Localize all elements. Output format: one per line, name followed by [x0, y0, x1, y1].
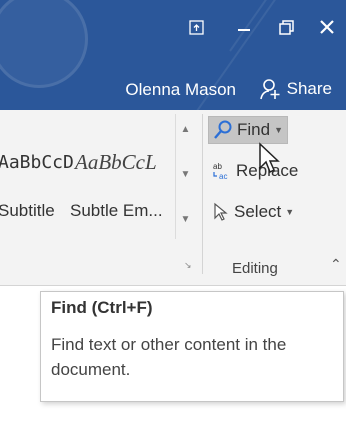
style-subtitle[interactable]: Subtitle [0, 201, 55, 221]
ribbon-display-options-button[interactable] [177, 12, 215, 42]
editing-group-label: Editing [232, 260, 278, 277]
minimize-icon [238, 29, 250, 31]
collapse-ribbon-icon[interactable]: ⌃ [330, 256, 342, 273]
share-button[interactable]: Share [259, 78, 332, 100]
tooltip-title: Find (Ctrl+F) [51, 298, 153, 317]
share-label: Share [286, 79, 332, 98]
group-divider [202, 114, 203, 274]
tooltip-description: Find text or other content in the docume… [51, 335, 287, 379]
gallery-scroll-down-icon[interactable]: ▼ [180, 169, 191, 180]
restore-icon [278, 19, 294, 35]
style-subtle-emphasis[interactable]: Subtle Em... [70, 201, 163, 221]
ribbon: AaBbCcD AaBbCcL Subtitle Subtle Em... ▲ … [0, 110, 346, 286]
ribbon-display-options-icon [188, 19, 204, 35]
styles-dialog-launcher-icon[interactable]: ↘ [184, 260, 194, 270]
select-pointer-icon [214, 202, 228, 221]
chevron-down-icon: ▼ [274, 125, 283, 135]
style-no-spacing[interactable]: AaBbCcD [0, 152, 74, 173]
select-label: Select [234, 202, 282, 221]
magnifier-icon [214, 120, 232, 139]
gallery-scroll-up-icon[interactable]: ▲ [180, 124, 191, 135]
style-heading[interactable]: AaBbCcL [75, 150, 157, 175]
gallery-more-icon[interactable]: ▼ [180, 214, 191, 225]
find-tooltip: Find (Ctrl+F) Find text or other content… [40, 291, 344, 402]
editing-group: Find ▼ ab ac Replace Select ▼ Editing [205, 110, 301, 285]
title-bar: Olenna Mason Share [0, 0, 346, 110]
find-label: Find [237, 120, 271, 139]
styles-gallery-scroller: ▲ ▼ ▼ [175, 114, 195, 239]
select-button[interactable]: Select ▼ [208, 199, 298, 225]
replace-button[interactable]: ab ac Replace [208, 158, 302, 184]
close-icon [320, 20, 334, 34]
styles-gallery: AaBbCcD AaBbCcL Subtitle Subtle Em... ▲ … [0, 110, 196, 241]
find-button[interactable]: Find ▼ [208, 116, 288, 144]
chevron-down-icon: ▼ [285, 207, 295, 217]
restore-button[interactable] [267, 12, 305, 42]
person-add-icon [259, 79, 280, 100]
svg-text:ab: ab [213, 162, 222, 171]
mouse-cursor-icon [259, 142, 280, 174]
close-button[interactable] [308, 12, 346, 42]
user-name[interactable]: Olenna Mason [125, 80, 236, 100]
minimize-button[interactable] [225, 12, 263, 42]
replace-icon: ab ac [213, 162, 227, 181]
svg-text:ac: ac [219, 172, 227, 181]
title-bar-decoration [0, 0, 88, 88]
